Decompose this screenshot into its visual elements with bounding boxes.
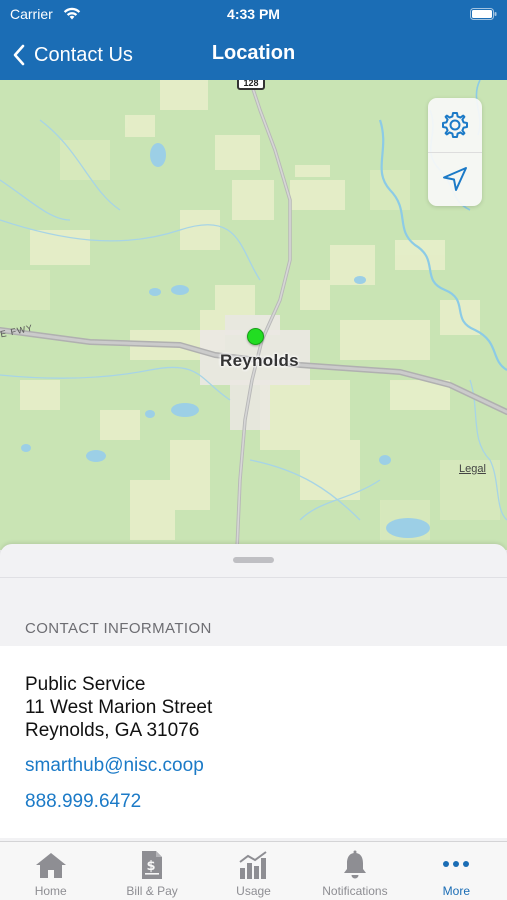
tab-label: Usage xyxy=(236,884,271,898)
tab-home[interactable]: Home xyxy=(0,842,101,900)
home-icon xyxy=(35,850,67,880)
back-button-label: Contact Us xyxy=(34,43,133,66)
svg-text:$: $ xyxy=(147,859,156,874)
gear-icon xyxy=(442,112,468,138)
chevron-left-icon xyxy=(13,44,25,66)
status-time: 4:33 PM xyxy=(227,6,280,22)
email-link[interactable]: smarthub@nisc.coop xyxy=(25,755,204,777)
road-shield: 128 xyxy=(237,80,265,90)
bell-icon xyxy=(342,850,368,880)
tab-more[interactable]: More xyxy=(406,842,507,900)
map-view[interactable]: 128 E FWY Reynolds Legal xyxy=(0,80,507,550)
contact-street: 11 West Marion Street xyxy=(25,697,213,718)
tab-notifications[interactable]: Notifications xyxy=(304,842,405,900)
status-bar: Carrier 4:33 PM xyxy=(0,0,507,30)
map-town-label: Reynolds xyxy=(220,351,299,370)
contact-name: Public Service xyxy=(25,674,146,695)
location-pin[interactable] xyxy=(247,328,264,345)
tab-bar: Home $ Bill & Pay Usage Notifications Mo… xyxy=(0,841,507,900)
phone-link[interactable]: 888.999.6472 xyxy=(25,791,141,813)
location-arrow-icon xyxy=(443,167,467,191)
tab-bill-pay[interactable]: $ Bill & Pay xyxy=(101,842,202,900)
map-settings-button[interactable] xyxy=(428,98,482,152)
sheet-grabber-handle[interactable] xyxy=(233,557,274,563)
current-location-button[interactable] xyxy=(428,152,482,206)
battery-icon xyxy=(470,8,497,20)
contact-city-state-zip: Reynolds, GA 31076 xyxy=(25,720,200,741)
contact-bottom-sheet: CONTACT INFORMATION Public Service 11 We… xyxy=(0,544,507,841)
tab-label: Bill & Pay xyxy=(126,884,178,898)
contact-card: Public Service 11 West Marion Street Rey… xyxy=(0,646,507,838)
contact-section-header: CONTACT INFORMATION xyxy=(25,620,212,637)
usage-chart-icon xyxy=(238,850,270,880)
tab-label: Home xyxy=(34,884,67,898)
map-controls xyxy=(428,98,482,206)
navigation-bar: Contact Us Location xyxy=(0,30,507,80)
legal-link[interactable]: Legal xyxy=(459,463,486,475)
tab-label: Notifications xyxy=(322,884,388,898)
tab-usage[interactable]: Usage xyxy=(203,842,304,900)
back-button[interactable]: Contact Us xyxy=(12,40,133,70)
bill-icon: $ xyxy=(140,850,164,880)
more-dots-icon xyxy=(441,850,471,880)
sheet-divider xyxy=(0,577,507,578)
tab-label: More xyxy=(442,884,470,898)
